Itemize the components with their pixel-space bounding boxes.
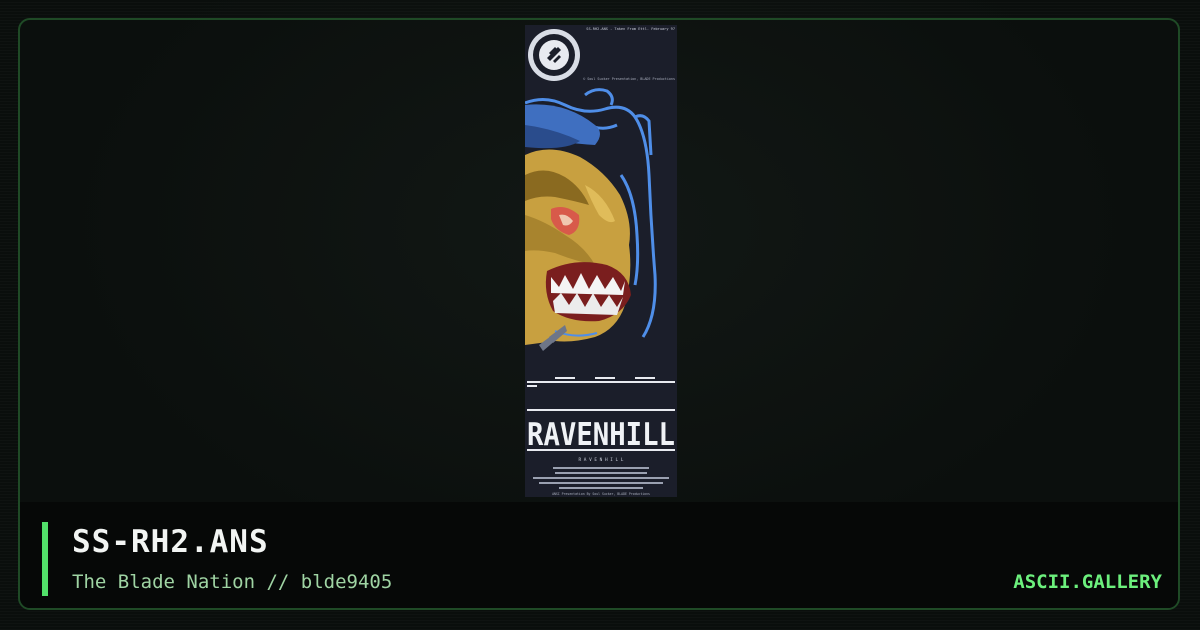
bbs-list [533,467,669,489]
monster-face [525,149,631,351]
accent-bar [42,522,48,596]
logo-text: RAVENHILL [527,417,675,453]
ravenhill-logo: RAVENHILL [527,409,675,453]
artwork-subtitle[interactable]: The Blade Nation // blde9405 [72,571,392,593]
ansi-artwork[interactable]: SS-RH2.ANS - Taken From Ettl. February 9… [525,25,677,497]
art-footer-text: ANSI Presentation By Soul Sucker, BLADE … [552,492,650,496]
divider [527,377,675,387]
art-header-text: SS-RH2.ANS - Taken From Ettl. February 9… [586,27,675,31]
ss-emblem-icon [528,29,580,81]
preview-card: SS-RH2.ANS - Taken From Ettl. February 9… [18,18,1180,610]
artwork-title[interactable]: SS-RH2.ANS [72,524,269,560]
sub-logo-text: R A V E N H I L L [579,457,624,463]
caption-bar: SS-RH2.ANS The Blade Nation // blde9405 … [20,502,1178,608]
site-brand[interactable]: ASCII.GALLERY [1013,571,1162,593]
art-credit-text: © Soul Sucker Presentation, BLADE Produc… [583,77,675,81]
